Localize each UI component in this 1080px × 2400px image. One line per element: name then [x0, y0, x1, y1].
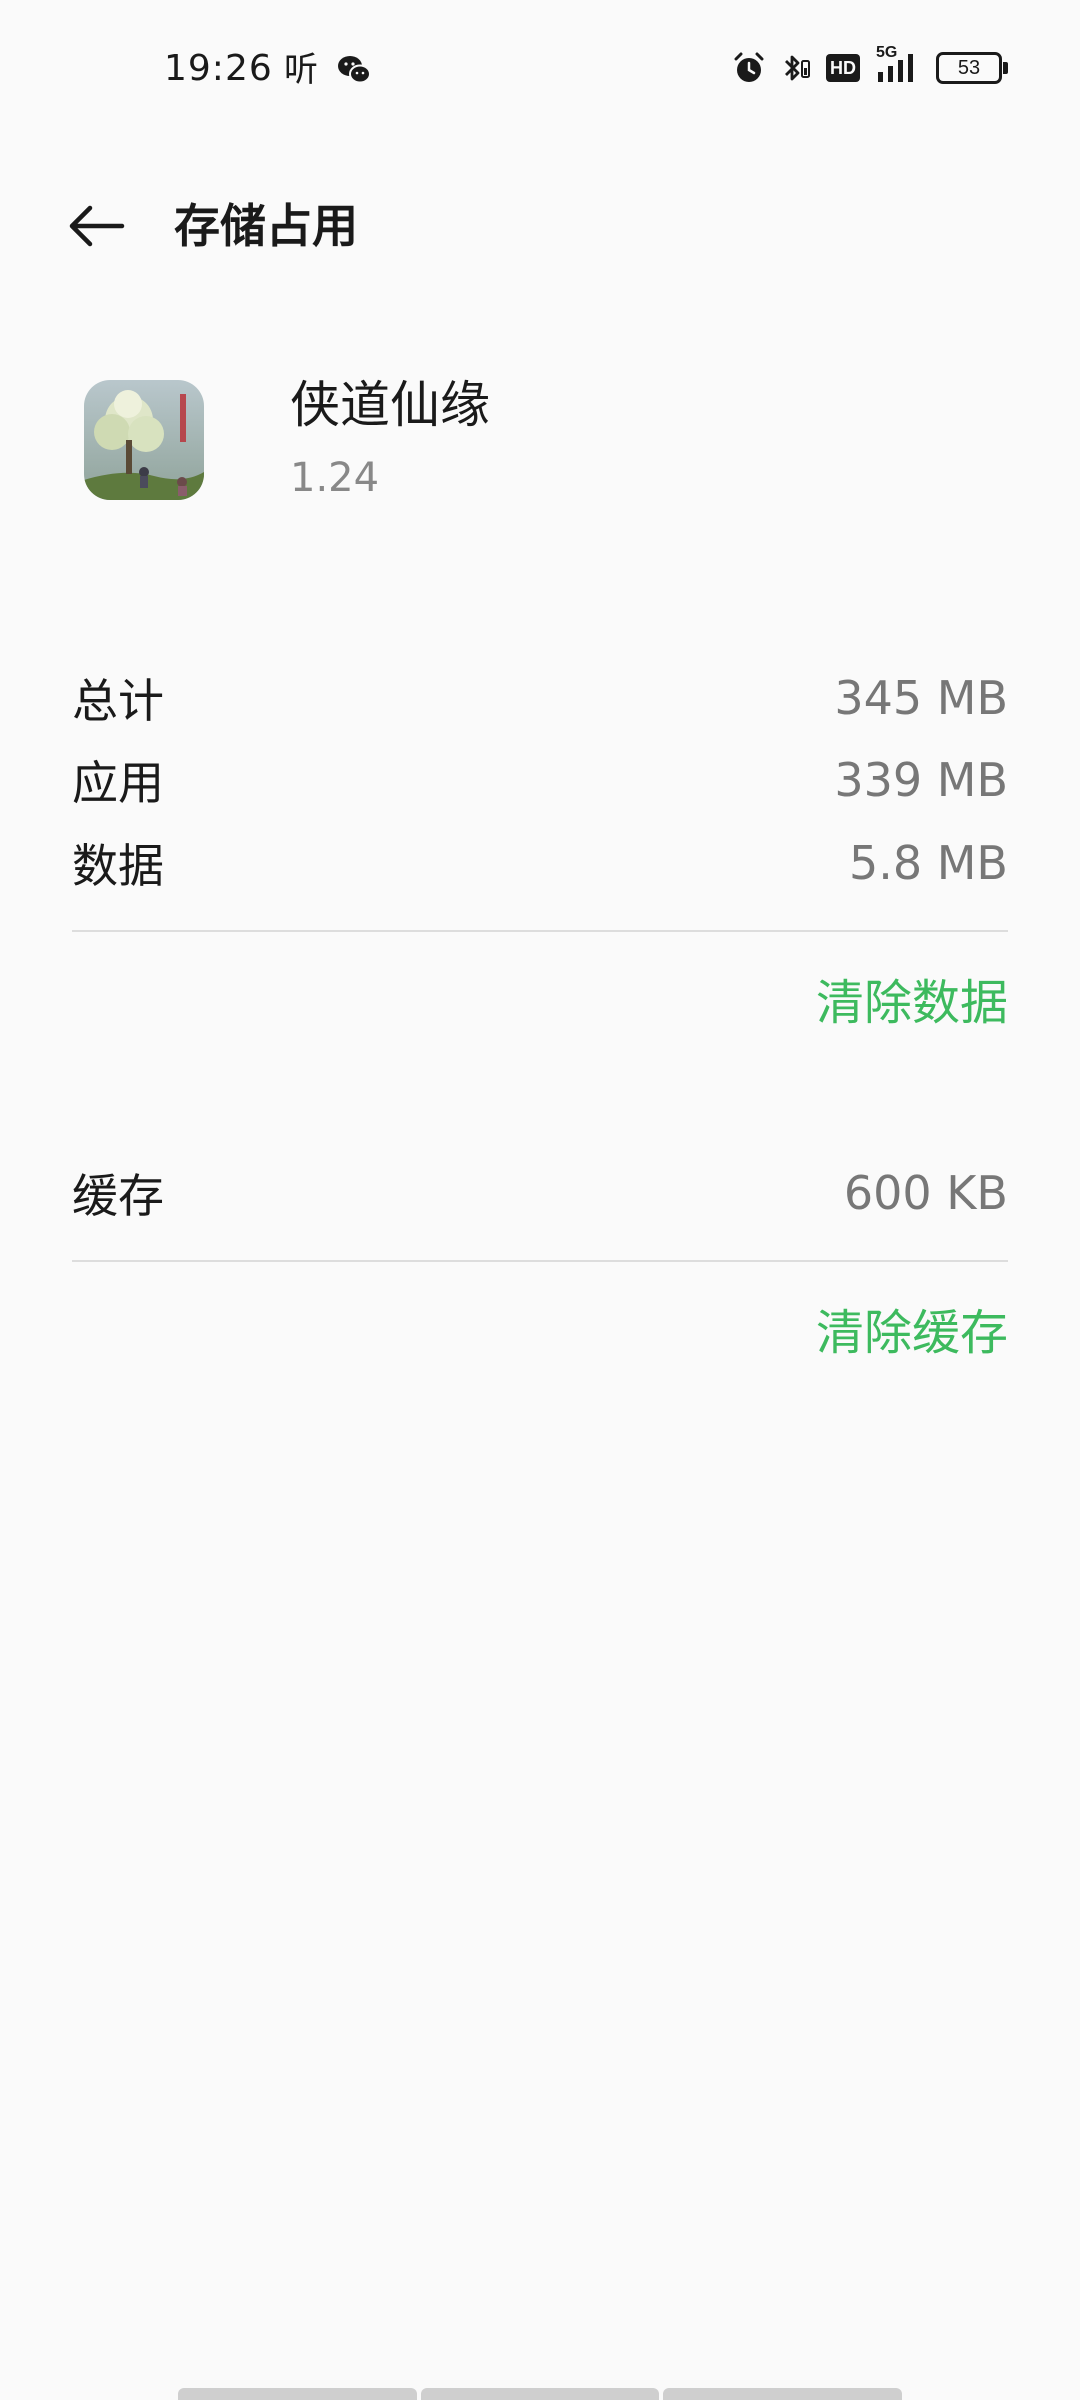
storage-row-data: 数据 5.8 MB — [72, 823, 1008, 903]
arrow-left-icon — [69, 205, 125, 247]
hd-icon: HD — [826, 54, 860, 82]
nav-handle-segment — [420, 2388, 660, 2400]
cache-row: 缓存 600 KB — [72, 1153, 1008, 1233]
app-icon — [84, 380, 204, 500]
row-value: 600 KB — [843, 1166, 1008, 1220]
divider — [72, 1260, 1008, 1262]
page-title: 存储占用 — [174, 199, 358, 253]
ting-app-icon: 听 — [284, 50, 318, 90]
navigation-handle[interactable] — [178, 2388, 903, 2400]
row-label: 数据 — [72, 839, 164, 893]
row-value: 339 MB — [834, 753, 1008, 807]
bluetooth-icon — [780, 51, 812, 85]
back-button[interactable] — [60, 190, 132, 262]
app-name: 侠道仙缘 — [290, 376, 490, 434]
signal-5g-icon: 5G — [874, 44, 922, 86]
status-left-icons: 听 — [284, 50, 372, 90]
storage-row-app: 应用 339 MB — [72, 740, 1008, 820]
nav-handle-segment — [178, 2388, 417, 2400]
divider — [72, 930, 1008, 932]
row-label: 总计 — [72, 674, 164, 728]
status-bar: 19:26 听 HD 5G 53 — [0, 0, 1080, 140]
app-version: 1.24 — [290, 455, 380, 501]
status-time: 19:26 — [164, 48, 273, 89]
status-right-icons: HD 5G 53 — [732, 44, 1008, 86]
row-label: 缓存 — [72, 1169, 164, 1223]
clear-cache-button[interactable]: 清除缓存 — [816, 1298, 1008, 1368]
row-value: 5.8 MB — [848, 836, 1008, 890]
battery-icon: 53 — [936, 52, 1008, 84]
row-label: 应用 — [72, 756, 164, 810]
clear-data-button[interactable]: 清除数据 — [816, 968, 1008, 1038]
app-header: 侠道仙缘 1.24 — [0, 370, 1080, 510]
row-value: 345 MB — [834, 671, 1008, 725]
alarm-icon — [732, 51, 766, 85]
storage-row-total: 总计 345 MB — [72, 658, 1008, 738]
app-bar: 存储占用 — [0, 170, 1080, 270]
wechat-icon — [336, 54, 372, 86]
nav-handle-segment — [663, 2388, 903, 2400]
